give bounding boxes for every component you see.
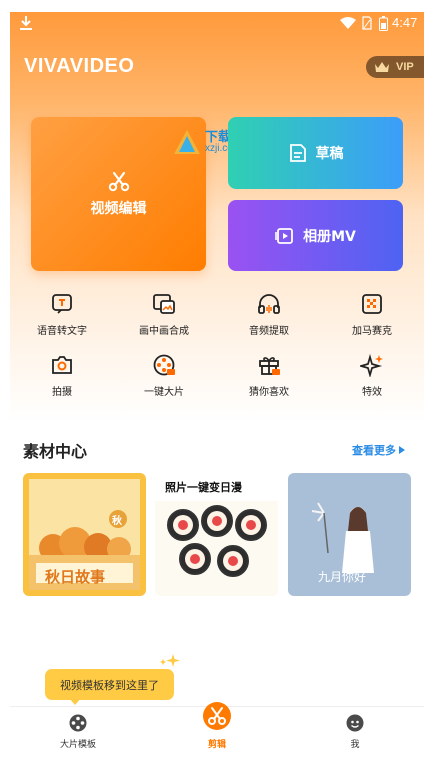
tool-camera[interactable]: 拍摄 [22,353,102,398]
scissors-icon [203,702,231,730]
headphones-icon [258,294,280,314]
scissors-icon [108,171,129,192]
drafts-label: 草稿 [315,146,344,162]
drafts-icon [289,144,306,162]
tool-label: 一键大片 [144,387,184,398]
vip-button[interactable]: VIP [366,56,424,78]
clock-time: 4:47 [392,15,418,30]
tool-label: 特效 [362,387,382,398]
status-bar: 4:47 [10,12,424,36]
thumbnail-caption: 秋日故事 [45,568,106,586]
wifi-icon [340,17,356,29]
thumbnail-caption: 照片一键变日漫 [165,481,242,494]
tool-picture-in-picture[interactable]: 画中画合成 [124,292,204,337]
album-mv-icon [275,227,294,244]
tool-label: 语音转文字 [37,326,87,337]
tool-effects[interactable]: 特效 [332,353,412,398]
video-edit-label: 视频编辑 [90,201,147,217]
album-mv-card[interactable]: 相册MV [228,200,403,271]
view-more-label: 查看更多 [352,444,396,457]
download-icon [20,16,32,30]
material-thumbnail-september[interactable]: 九月你好 [288,473,411,596]
album-mv-label: 相册MV [303,228,356,245]
mosaic-icon [362,294,382,314]
thumbnail-caption: 九月你好 [318,570,367,584]
nav-label: 大片模板 [59,740,96,750]
sparkle-icon [160,654,180,667]
battery-icon [379,16,388,31]
tool-label: 音频提取 [249,326,289,337]
sim-icon [362,16,372,30]
view-more-link[interactable]: 查看更多 [352,442,405,458]
app-screen: 4:47 VIVAVIDEO VIP 视频编辑 下载集 xzji.com 草稿 [0,0,427,762]
picture-in-picture-icon [153,294,175,314]
template-moved-tooltip[interactable]: 视频模板移到这里了 [45,669,174,700]
nav-tab-me[interactable]: 我 [310,707,400,751]
tool-mosaic[interactable]: 加马赛克 [332,292,412,337]
material-thumbnail-autumn[interactable]: 秋 秋日故事 [23,473,146,596]
profile-icon [346,714,364,732]
tool-label: 拍摄 [52,387,72,398]
tool-label: 加马赛克 [352,326,392,337]
vip-label: VIP [396,61,414,73]
tooltip-tail [69,698,81,705]
app-title: VIVAVIDEO [24,55,135,77]
film-reel-icon [153,354,175,376]
chevron-right-icon [399,446,405,454]
tool-label: 画中画合成 [139,326,189,337]
tool-guess-you-like[interactable]: 猜你喜欢 [229,353,309,398]
film-reel-icon [69,714,87,732]
nav-tab-edit[interactable]: 剪辑 [172,702,262,751]
gift-icon [259,357,280,375]
tool-speech-to-text[interactable]: 语音转文字 [22,292,102,337]
autumn-badge: 秋 [112,516,122,527]
nav-label: 剪辑 [207,740,226,750]
drafts-card[interactable]: 草稿 [228,117,403,189]
watermark-logo-icon [174,130,200,154]
camera-icon [52,356,72,374]
speech-to-text-icon [52,294,72,314]
crown-icon [375,62,389,72]
tool-label: 猜你喜欢 [249,387,289,398]
tooltip-text: 视频模板移到这里了 [60,678,159,692]
nav-label: 我 [350,740,360,750]
tool-audio-extract[interactable]: 音频提取 [229,292,309,337]
material-thumbnail-anime[interactable]: 照片一键变日漫 [155,473,278,596]
sparkle-icon [360,353,383,377]
bottom-navigation: 大片模板 剪辑 我 [10,702,424,751]
nav-tab-templates[interactable]: 大片模板 [33,707,123,751]
tool-one-click-movie[interactable]: 一键大片 [124,353,204,398]
materials-section-title: 素材中心 [23,442,88,461]
